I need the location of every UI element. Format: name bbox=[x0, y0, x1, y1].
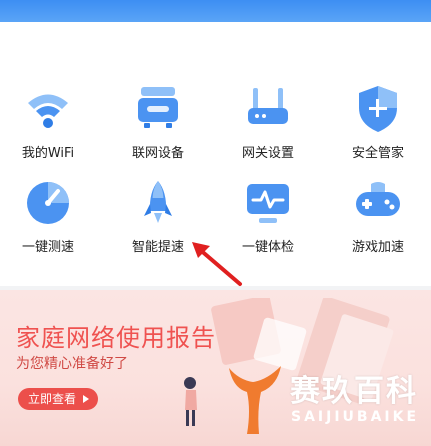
wifi-icon bbox=[28, 94, 68, 128]
watermark-brand-text: 赛玖百科 bbox=[290, 374, 418, 409]
tile-label: 一键测速 bbox=[21, 240, 74, 255]
brand-watermark: 赛玖百科 SAIJIUBAIKE bbox=[225, 358, 431, 438]
tile-label: 一键体检 bbox=[241, 240, 294, 255]
tile-security-manager[interactable]: 安全管家 bbox=[328, 84, 428, 174]
tile-label: 游戏加速 bbox=[351, 240, 404, 255]
router-device-icon bbox=[138, 87, 178, 128]
speedometer-icon bbox=[27, 182, 69, 224]
view-now-button[interactable]: 立即查看 bbox=[18, 388, 98, 410]
tile-label: 联网设备 bbox=[131, 146, 184, 161]
gamepad-icon bbox=[356, 182, 400, 216]
tile-label: 智能提速 bbox=[131, 240, 184, 255]
watermark-sub-text: SAIJIUBAIKE bbox=[291, 409, 420, 425]
top-header-bar bbox=[0, 0, 431, 22]
shield-icon bbox=[359, 86, 397, 132]
banner-subtitle: 为您精心准备好了 bbox=[16, 356, 128, 372]
tile-label: 网关设置 bbox=[241, 146, 294, 161]
rocket-icon bbox=[144, 181, 172, 223]
whale-tail-logo bbox=[229, 366, 281, 434]
view-now-button-label: 立即查看 bbox=[28, 392, 77, 406]
tile-speed-test[interactable]: 一键测速 bbox=[0, 178, 98, 268]
banner-title: 家庭网络使用报告 bbox=[16, 324, 216, 352]
tile-label: 安全管家 bbox=[351, 146, 404, 161]
tile-my-wifi[interactable]: 我的WiFi bbox=[0, 84, 98, 174]
gateway-router-icon bbox=[248, 88, 288, 124]
tile-game-boost[interactable]: 游戏加速 bbox=[328, 178, 428, 268]
tile-health-check[interactable]: 一键体检 bbox=[218, 178, 318, 268]
monitor-pulse-icon bbox=[247, 184, 289, 223]
tile-label: 我的WiFi bbox=[21, 146, 75, 161]
feature-grid-panel: 我的WiFi 联网设备 网关设置 安全管家 一键测速 智能提速 一键体检 游戏加… bbox=[0, 22, 431, 286]
play-triangle-icon bbox=[83, 395, 89, 403]
tile-smart-speedup[interactable]: 智能提速 bbox=[108, 178, 208, 268]
tile-connected-devices[interactable]: 联网设备 bbox=[108, 84, 208, 174]
tile-gateway-settings[interactable]: 网关设置 bbox=[218, 84, 318, 174]
